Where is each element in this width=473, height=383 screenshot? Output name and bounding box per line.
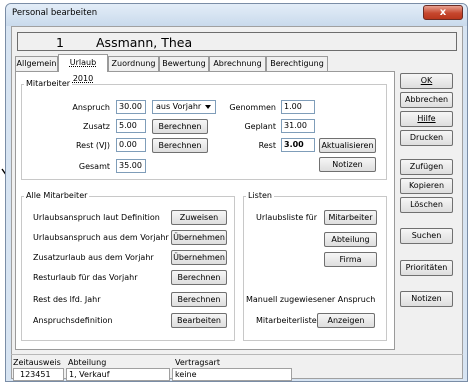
alle-row-label: Resturlaub für das Vorjahr bbox=[33, 273, 138, 282]
suchen-button[interactable]: Suchen bbox=[400, 228, 453, 244]
close-button[interactable]: x bbox=[423, 5, 463, 20]
alle-row-label: Urlaubsanspruch laut Definition bbox=[33, 213, 160, 222]
tab-urlaub-2010[interactable]: Urlaub 2010 bbox=[58, 54, 108, 83]
ok-button[interactable]: OK bbox=[400, 73, 453, 89]
prioritaeten-button[interactable]: Prioritäten bbox=[400, 260, 453, 276]
rest-vj-label: Rest (VJ) bbox=[75, 141, 110, 150]
zeitausweis-label: Zeitausweis bbox=[13, 358, 61, 367]
geplant-field[interactable]: 31.00 bbox=[281, 119, 315, 133]
genommen-field[interactable]: 1.00 bbox=[281, 100, 315, 114]
aktualisieren-button[interactable]: Aktualisieren bbox=[319, 138, 376, 153]
zuweisen-button[interactable]: Zuweisen bbox=[171, 210, 227, 225]
alle-row-label: Rest des lfd. Jahr bbox=[33, 295, 101, 304]
tab-abrechnung[interactable]: Abrechnung bbox=[209, 56, 266, 72]
zusatz-field[interactable]: 5.00 bbox=[116, 119, 146, 133]
mitarbeiter-notizen-button[interactable]: Notizen bbox=[319, 157, 376, 172]
anspruch-label: Anspruch bbox=[72, 103, 110, 112]
urlaubsliste-label: Urlaubsliste für bbox=[256, 213, 317, 222]
anzeigen-button[interactable]: Anzeigen bbox=[317, 313, 375, 328]
group-alle-mitarbeiter-title: Alle Mitarbeiter bbox=[24, 191, 90, 200]
tab-berechtigung[interactable]: Berechtigung bbox=[266, 56, 328, 72]
rest-vj-berechnen-button[interactable]: Berechnen bbox=[152, 138, 208, 153]
alle-row-label: Anspruchsdefinition bbox=[33, 316, 113, 325]
gesamt-label: Gesamt bbox=[78, 162, 110, 171]
zufuegen-button[interactable]: Zufügen bbox=[400, 159, 453, 175]
chevron-down-icon bbox=[205, 105, 211, 109]
vertragsart-value: keine bbox=[172, 368, 292, 381]
geplant-label: Geplant bbox=[244, 122, 276, 131]
rest-vj-field[interactable]: 0.00 bbox=[116, 138, 146, 152]
mitarbeiterliste-label: Mitarbeiterliste bbox=[256, 316, 317, 325]
tab-zuordnung[interactable]: Zuordnung bbox=[108, 56, 159, 72]
notizen-button[interactable]: Notizen bbox=[400, 291, 453, 307]
hilfe-button[interactable]: Hilfe bbox=[400, 111, 453, 127]
employee-number: 1 bbox=[56, 35, 64, 50]
group-listen-title: Listen bbox=[246, 191, 274, 200]
vertragsart-label: Vertragsart bbox=[175, 358, 220, 367]
abteilung-liste-button[interactable]: Abteilung bbox=[324, 232, 377, 247]
berechnen-rest-button[interactable]: Berechnen bbox=[171, 292, 227, 307]
status-separator bbox=[11, 354, 463, 355]
abteilung-label: Abteilung bbox=[68, 358, 107, 367]
employee-header: 1 Assmann, Thea bbox=[17, 32, 457, 51]
zusatz-berechnen-button[interactable]: Berechnen bbox=[152, 119, 208, 134]
rest-label: Rest bbox=[258, 141, 276, 150]
abbrechen-button[interactable]: Abbrechen bbox=[400, 92, 453, 108]
tab-bewertung[interactable]: Bewertung bbox=[159, 56, 209, 72]
drucken-button[interactable]: Drucken bbox=[400, 130, 453, 146]
window-title: Personal bearbeiten bbox=[12, 8, 98, 18]
anspruch-field[interactable]: 30.00 bbox=[116, 100, 146, 114]
berechnen-resturlaub-button[interactable]: Berechnen bbox=[171, 270, 227, 285]
anspruch-combo[interactable]: aus Vorjahr bbox=[152, 100, 216, 114]
alle-row-label: Zusatzurlaub aus dem Vorjahr bbox=[33, 253, 154, 262]
manuell-anspruch-label: Manuell zugewiesener Anspruch bbox=[246, 295, 376, 304]
abteilung-value: 1, Verkauf bbox=[66, 368, 170, 381]
mitarbeiter-liste-button[interactable]: Mitarbeiter bbox=[324, 210, 377, 225]
tab-allgemein[interactable]: Allgemein bbox=[15, 56, 58, 72]
zusatz-label: Zusatz bbox=[83, 122, 110, 131]
rest-field[interactable]: 3.00 bbox=[281, 138, 315, 152]
loeschen-button[interactable]: Löschen bbox=[400, 197, 453, 213]
employee-name: Assmann, Thea bbox=[96, 35, 193, 50]
bearbeiten-button[interactable]: Bearbeiten bbox=[171, 313, 227, 328]
alle-row-label: Urlaubsanspruch aus dem Vorjahr bbox=[33, 233, 169, 242]
gesamt-field[interactable]: 35.00 bbox=[116, 159, 146, 173]
group-mitarbeiter-title: Mitarbeiter bbox=[24, 79, 73, 88]
uebernehmen-anspruch-button[interactable]: Übernehmen bbox=[171, 230, 227, 245]
kopieren-button[interactable]: Kopieren bbox=[400, 178, 453, 194]
genommen-label: Genommen bbox=[229, 103, 276, 112]
firma-liste-button[interactable]: Firma bbox=[324, 252, 377, 267]
zeitausweis-value: 123451 bbox=[13, 368, 64, 381]
uebernehmen-zusatz-button[interactable]: Übernehmen bbox=[171, 250, 227, 265]
